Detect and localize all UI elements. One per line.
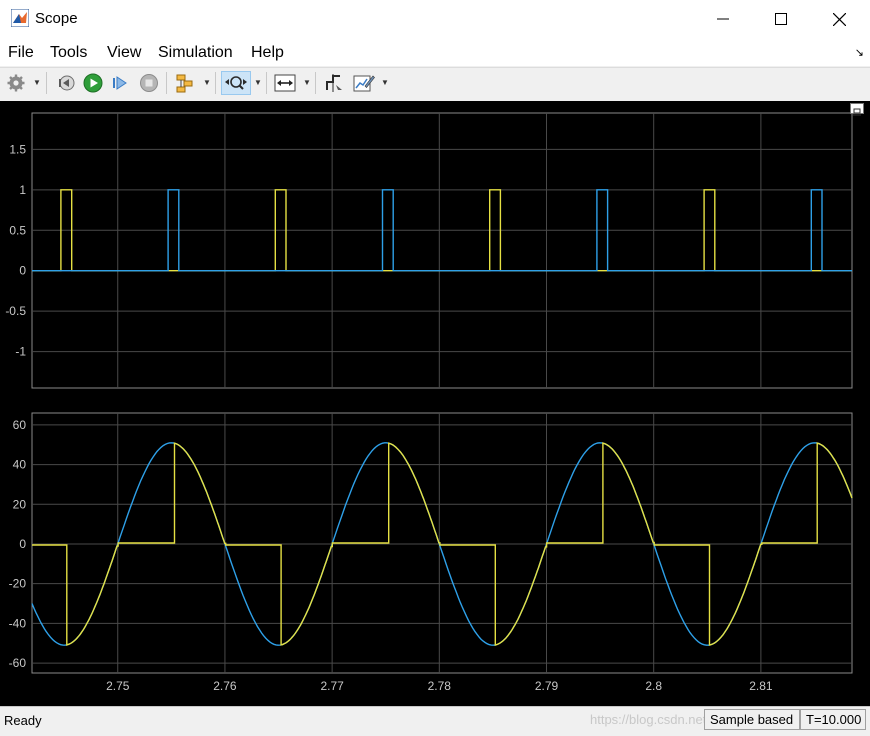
- x-tick-label: 2.8: [645, 679, 662, 693]
- signal-selector-dropdown-icon[interactable]: ▼: [203, 78, 211, 87]
- y-tick-label: 1.5: [9, 142, 26, 156]
- simulation-time-status: T=10.000: [800, 709, 866, 730]
- toolbar-separator: [215, 72, 216, 94]
- fit-axes-icon: [274, 74, 296, 92]
- cursor-measurement-button[interactable]: [322, 71, 346, 95]
- gear-icon: [7, 74, 25, 92]
- x-tick-label: 2.81: [749, 679, 773, 693]
- signal-selector-button[interactable]: [173, 71, 197, 95]
- y-tick-label: 0: [19, 537, 26, 551]
- window-title: Scope: [35, 10, 78, 27]
- sample-mode-status: Sample based: [704, 709, 800, 730]
- toolbar-separator: [46, 72, 47, 94]
- maximize-button[interactable]: [752, 0, 810, 38]
- step-forward-icon: [113, 76, 127, 90]
- menu-tools[interactable]: Tools: [50, 44, 87, 62]
- scope-plots: 1.5 1 0.5 0 -0.5 -1 60 40 20 0 -20 -40 -60 2.75 2.76 2.…: [5, 112, 853, 693]
- y-tick-label: 1: [19, 183, 26, 197]
- dock-arrow-icon[interactable]: ↘: [855, 46, 864, 59]
- fit-axes-button[interactable]: [273, 71, 297, 95]
- minimize-button[interactable]: [694, 0, 752, 38]
- axes-frame-1: [31, 112, 853, 389]
- matlab-icon: [11, 9, 29, 27]
- stop-icon: [140, 74, 158, 92]
- y-tick-label: 60: [13, 418, 27, 432]
- y-tick-label: 20: [13, 497, 27, 511]
- maximize-icon: [775, 13, 787, 25]
- stop-button[interactable]: [137, 71, 161, 95]
- close-icon: [832, 12, 846, 26]
- zoom-dropdown-icon[interactable]: ▼: [254, 78, 262, 87]
- x-tick-label: 2.77: [320, 679, 344, 693]
- configuration-button[interactable]: [4, 71, 28, 95]
- title-bar: Scope: [0, 0, 870, 38]
- minimize-icon: [717, 18, 729, 20]
- menu-simulation[interactable]: Simulation: [158, 44, 233, 62]
- step-forward-button[interactable]: [108, 71, 132, 95]
- close-button[interactable]: [810, 0, 868, 38]
- x-tick-label: 2.75: [106, 679, 130, 693]
- cursor-measurement-icon: [326, 74, 342, 92]
- toolbar-separator: [166, 72, 167, 94]
- configuration-dropdown-icon[interactable]: ▼: [33, 78, 41, 87]
- run-button[interactable]: [81, 71, 105, 95]
- x-tick-label: 2.76: [213, 679, 237, 693]
- y-tick-label: 0.5: [9, 223, 26, 237]
- menu-help[interactable]: Help: [251, 44, 284, 62]
- watermark-text: https://blog.csdn.net/...: [590, 712, 721, 727]
- toolbar-separator: [266, 72, 267, 94]
- y-tick-label: -60: [9, 656, 27, 670]
- style-icon: [353, 75, 375, 92]
- step-back-button[interactable]: [54, 71, 78, 95]
- y-tick-label: 0: [19, 264, 26, 278]
- y-tick-label: -40: [9, 616, 27, 630]
- zoom-icon: [225, 76, 247, 90]
- menu-file[interactable]: File: [8, 44, 34, 62]
- signal-selector-icon: [176, 74, 193, 93]
- run-icon: [83, 73, 103, 93]
- zoom-button[interactable]: [221, 71, 251, 95]
- status-text: Ready: [4, 713, 42, 728]
- style-button[interactable]: [352, 71, 376, 95]
- menu-view[interactable]: View: [107, 44, 141, 62]
- undock-toggle-icon[interactable]: [850, 103, 864, 116]
- y-tick-label: -20: [9, 577, 27, 591]
- y-tick-label: -1: [15, 345, 26, 359]
- y-tick-label: -0.5: [5, 304, 26, 318]
- toolbar-separator: [315, 72, 316, 94]
- step-back-icon: [59, 75, 75, 91]
- fit-axes-dropdown-icon[interactable]: ▼: [303, 78, 311, 87]
- style-dropdown-icon[interactable]: ▼: [381, 78, 389, 87]
- x-tick-label: 2.78: [428, 679, 452, 693]
- x-tick-label: 2.79: [535, 679, 559, 693]
- y-tick-label: 40: [13, 458, 27, 472]
- scope-display: 1.5 1 0.5 0 -0.5 -1 60 40 20 0 -20 -40 -60 2.75 2.76 2.…: [0, 101, 870, 706]
